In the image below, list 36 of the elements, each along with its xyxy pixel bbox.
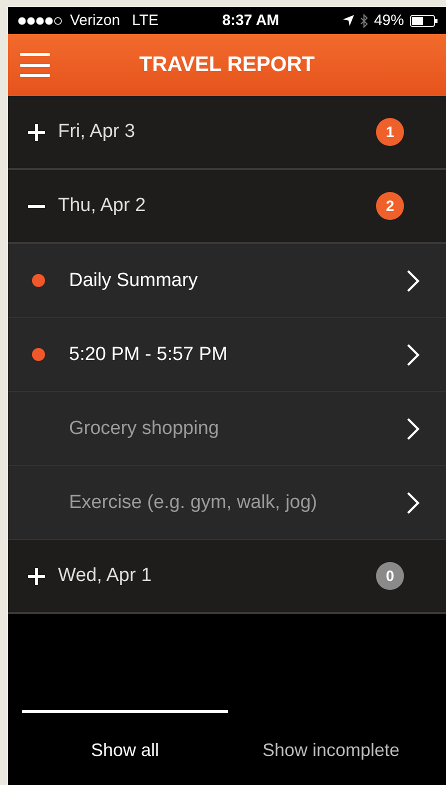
battery-percent: 49% [374, 12, 404, 29]
count-badge: 2 [376, 192, 404, 220]
day-label: Wed, Apr 1 [58, 565, 153, 587]
count-badge: 0 [376, 562, 404, 590]
filter-tab[interactable]: Show all [22, 710, 228, 770]
bluetooth-icon [360, 14, 368, 28]
trip-item[interactable]: Grocery shopping [8, 392, 446, 466]
signal-icon [18, 16, 64, 24]
trip-item[interactable]: Exercise (e.g. gym, walk, jog) [8, 466, 446, 540]
item-label: 5:20 PM - 5:57 PM [69, 344, 228, 366]
expand-icon [28, 568, 45, 584]
battery-icon [410, 14, 438, 26]
trip-item[interactable]: 5:20 PM - 5:57 PM [8, 318, 446, 392]
location-icon [342, 15, 354, 26]
day-label: Fri, Apr 3 [58, 121, 136, 143]
carrier-name: Verizon [70, 12, 120, 29]
menu-button[interactable] [20, 53, 50, 77]
day-row[interactable]: Wed, Apr 1 0 [8, 540, 446, 614]
item-label: Exercise (e.g. gym, walk, jog) [69, 492, 318, 514]
item-label: Grocery shopping [69, 418, 220, 440]
chevron-icon [406, 416, 420, 440]
chevron-icon [406, 342, 420, 366]
day-row[interactable]: Fri, Apr 3 1 [8, 96, 446, 170]
network-type: LTE [132, 12, 158, 29]
item-label: Daily Summary [69, 270, 199, 292]
clock-time: 8:37 AM [222, 12, 280, 29]
chevron-icon [406, 268, 420, 292]
expand-icon [28, 124, 45, 140]
count-badge: 1 [376, 118, 404, 146]
day-label: Thu, Apr 2 [58, 195, 147, 217]
trip-item[interactable]: Daily Summary [8, 244, 446, 318]
filter-tab[interactable]: Show incomplete [228, 710, 434, 770]
day-row[interactable]: Thu, Apr 2 2 [8, 170, 446, 244]
collapse-icon [28, 204, 45, 208]
chevron-icon [406, 490, 420, 514]
screen-title: TRAVEL REPORT [139, 53, 315, 77]
